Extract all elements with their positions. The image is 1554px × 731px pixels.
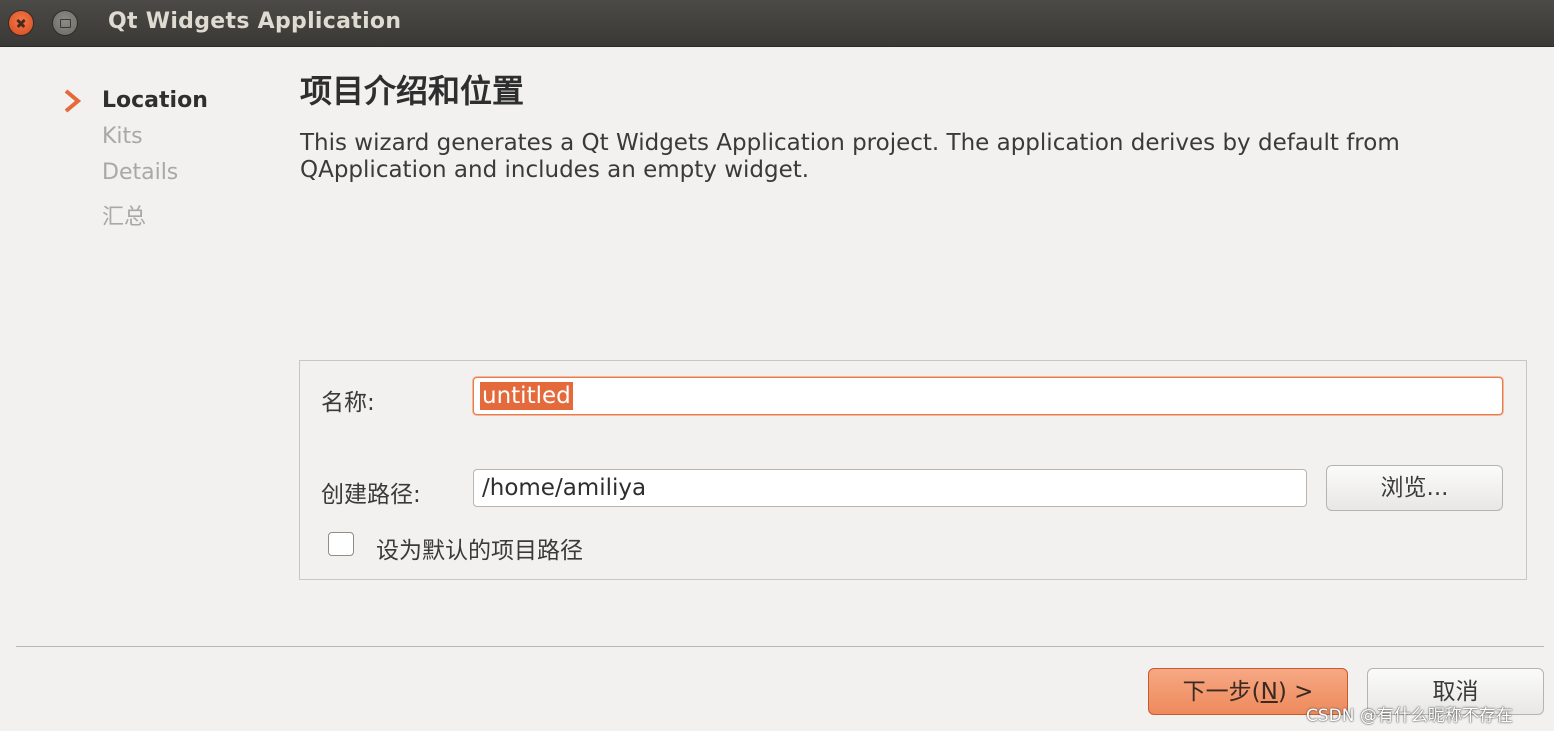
next-mnemonic: N (1260, 679, 1278, 705)
step-location: Location (102, 88, 208, 113)
step-kits: Kits (102, 124, 143, 149)
close-window-button[interactable] (8, 10, 34, 36)
maximize-window-button[interactable] (52, 10, 78, 36)
window-titlebar: Qt Widgets Application (0, 0, 1554, 47)
watermark: CSDN @有什么昵称不存在 (1306, 706, 1513, 726)
step-summary: 汇总 (102, 205, 147, 230)
path-label: 创建路径: (321, 482, 421, 508)
default-path-checkbox-label[interactable]: 设为默认的项目路径 (376, 531, 583, 565)
create-path-input[interactable]: /home/amiliya (473, 469, 1307, 507)
default-path-checkbox[interactable] (328, 532, 354, 556)
browse-button[interactable]: 浏览... (1326, 465, 1503, 511)
window-title: Qt Widgets Application (108, 9, 402, 34)
project-name-input[interactable]: untitled (473, 377, 1503, 415)
step-details: Details (102, 160, 179, 185)
next-label-prefix: 下一步( (1182, 679, 1261, 705)
project-name-selected-text: untitled (480, 382, 573, 410)
footer-divider (16, 646, 1544, 647)
name-label: 名称: (321, 390, 375, 416)
page-title: 项目介绍和位置 (300, 72, 525, 110)
current-step-chevron-icon (64, 89, 82, 113)
wizard-description: This wizard generates a Qt Widgets Appli… (300, 130, 1400, 183)
